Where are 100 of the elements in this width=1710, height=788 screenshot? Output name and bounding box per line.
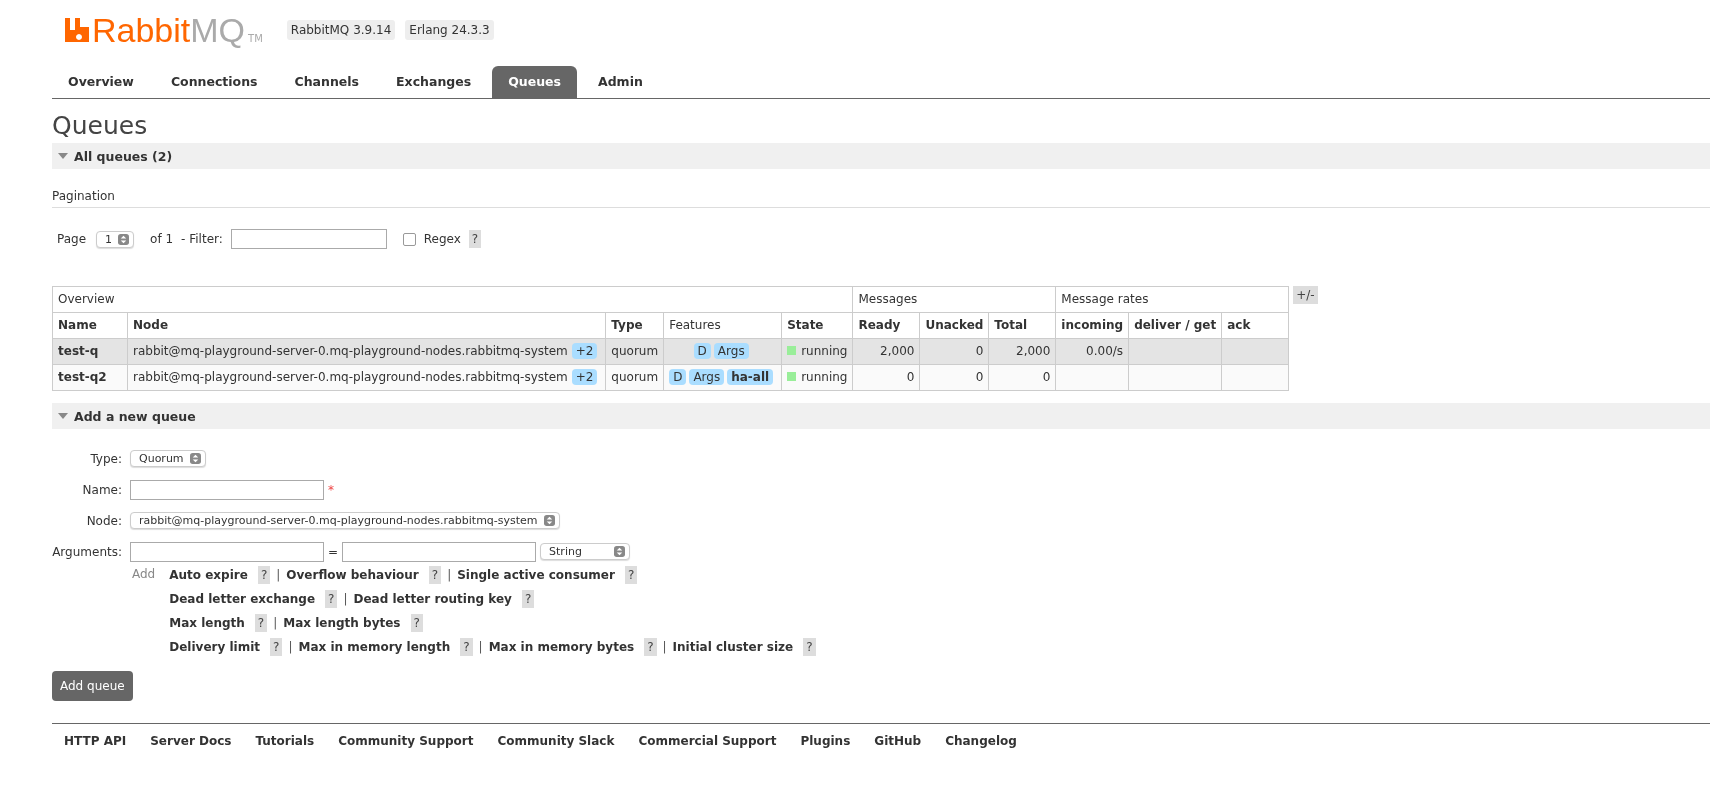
help-button[interactable]: ?: [257, 566, 271, 584]
node-select[interactable]: rabbit@mq-playground-server-0.mq-playground-nodes.rabbitmq-system: [130, 512, 560, 529]
section-header[interactable]: Add a new queue: [52, 403, 1710, 429]
name-field[interactable]: [130, 479, 324, 500]
help-button[interactable]: ?: [624, 566, 638, 584]
table-row[interactable]: test-q rabbit@mq-playground-server-0.mq-playground-nodes.rabbitmq-system +2 quorum D Args running 2,000 0 2,000 0.00/s: [52, 338, 1289, 365]
stepper-arrows-icon: [118, 233, 130, 245]
help-button[interactable]: ?: [803, 638, 816, 656]
column-header: Features: [663, 312, 782, 339]
add-label: Add: [132, 567, 156, 583]
page-select[interactable]: 1: [96, 230, 135, 248]
separator: |: [662, 640, 667, 654]
nav-tab[interactable]: Exchanges: [380, 66, 488, 98]
footer-link[interactable]: Tutorials: [255, 734, 315, 748]
message-count: 2,000: [880, 344, 915, 358]
argument-link[interactable]: Max in memory bytes: [488, 640, 635, 654]
trademark: TM: [248, 32, 263, 44]
column-group-header: Overview: [52, 286, 853, 313]
page-count: of 1: [150, 232, 174, 246]
pagination-heading: Pagination: [52, 189, 1710, 208]
type-label: Type:: [89, 451, 122, 466]
feature-tag: D: [693, 343, 711, 359]
help-button[interactable]: ?: [410, 614, 423, 632]
replica-count-tag: +2: [571, 343, 598, 359]
separator: |: [273, 616, 278, 630]
nav-tab[interactable]: Admin: [582, 66, 659, 98]
argument-link[interactable]: Delivery limit: [169, 640, 261, 654]
nav-tab[interactable]: Queues: [492, 66, 577, 98]
regex-checkbox[interactable]: [402, 232, 416, 246]
footer-link[interactable]: Server Docs: [150, 734, 232, 748]
column-header: incoming: [1055, 312, 1129, 339]
filter-field[interactable]: [230, 229, 387, 249]
argument-link[interactable]: Dead letter exchange: [169, 592, 316, 606]
queue-state: running: [801, 370, 848, 384]
version-badge: RabbitMQ 3.9.14: [286, 20, 396, 40]
argument-key-field[interactable]: [130, 541, 324, 562]
filter-label: - Filter:: [181, 232, 223, 246]
help-button[interactable]: ?: [325, 590, 338, 608]
column-header: Total: [988, 312, 1056, 339]
type-select[interactable]: Quorum: [130, 450, 206, 467]
stepper-arrows-icon: [543, 515, 555, 526]
argument-link[interactable]: Single active consumer: [457, 568, 615, 582]
table-row[interactable]: test-q2 rabbit@mq-playground-server-0.mq-playground-nodes.rabbitmq-system +2 quorum D Args ha-all running 0 0 0: [52, 364, 1289, 391]
argument-type-select[interactable]: String: [540, 543, 631, 560]
rabbit-logo-icon: [64, 17, 90, 43]
help-button[interactable]: ?: [460, 638, 473, 656]
stepper-arrows-icon: [614, 546, 626, 557]
help-button[interactable]: ?: [468, 230, 482, 248]
column-header: State: [781, 312, 853, 339]
column-header: Type: [605, 312, 664, 339]
message-count: 0: [975, 370, 984, 384]
footer-link[interactable]: Community Support: [338, 734, 474, 748]
node-name: rabbit@mq-playground-server-0.mq-playground-nodes.rabbitmq-system: [133, 370, 568, 384]
argument-link[interactable]: Auto expire: [169, 568, 248, 582]
separator: |: [276, 568, 281, 582]
footer-link[interactable]: Plugins: [800, 734, 851, 748]
node-label: Node:: [85, 513, 122, 528]
nav-tab[interactable]: Overview: [52, 66, 150, 98]
regex-label: Regex: [423, 232, 461, 246]
help-button[interactable]: ?: [644, 638, 657, 656]
separator: |: [343, 592, 348, 606]
column-header: Unacked: [919, 312, 989, 339]
footer-link[interactable]: HTTP API: [64, 734, 127, 748]
column-header: ack: [1221, 312, 1289, 339]
triangle-icon: [58, 152, 68, 160]
add-queue-button[interactable]: Add queue: [52, 671, 133, 701]
message-count: 0: [906, 370, 915, 384]
footer-link[interactable]: Changelog: [945, 734, 1017, 748]
feature-tag: D: [669, 369, 687, 385]
footer-link[interactable]: Commercial Support: [638, 734, 777, 748]
argument-link[interactable]: Max length bytes: [283, 616, 401, 630]
argument-link[interactable]: Dead letter routing key: [353, 592, 512, 606]
node-name: rabbit@mq-playground-server-0.mq-playground-nodes.rabbitmq-system: [133, 344, 568, 358]
logo-accent: MQ: [190, 10, 246, 50]
argument-link[interactable]: Overflow behaviour: [286, 568, 419, 582]
queue-state: running: [801, 344, 848, 358]
column-header: Name: [52, 312, 128, 339]
page-title: Queues: [52, 111, 149, 141]
separator: |: [478, 640, 483, 654]
argument-value-field[interactable]: [342, 541, 537, 562]
argument-link[interactable]: Initial cluster size: [672, 640, 794, 654]
column-group-header: Message rates: [1055, 286, 1289, 313]
footer-link[interactable]: GitHub: [874, 734, 922, 748]
argument-link[interactable]: Max in memory length: [298, 640, 451, 654]
arguments-label: Arguments:: [52, 544, 122, 559]
column-group-header: Messages: [852, 286, 1056, 313]
help-button[interactable]: ?: [428, 566, 442, 584]
version-badge: Erlang 24.3.3: [405, 20, 494, 40]
nav-tab[interactable]: Connections: [154, 66, 274, 98]
separator: |: [447, 568, 452, 582]
help-button[interactable]: ?: [254, 614, 268, 632]
column-toggle-button[interactable]: +/-: [1293, 286, 1318, 304]
section-header[interactable]: All queues (2): [52, 143, 1710, 169]
nav-tab[interactable]: Channels: [278, 66, 376, 98]
separator: |: [288, 640, 293, 654]
replica-count-tag: +2: [571, 369, 598, 385]
help-button[interactable]: ?: [270, 638, 283, 656]
footer-link[interactable]: Community Slack: [497, 734, 615, 748]
help-button[interactable]: ?: [521, 590, 535, 608]
argument-link[interactable]: Max length: [169, 616, 245, 630]
